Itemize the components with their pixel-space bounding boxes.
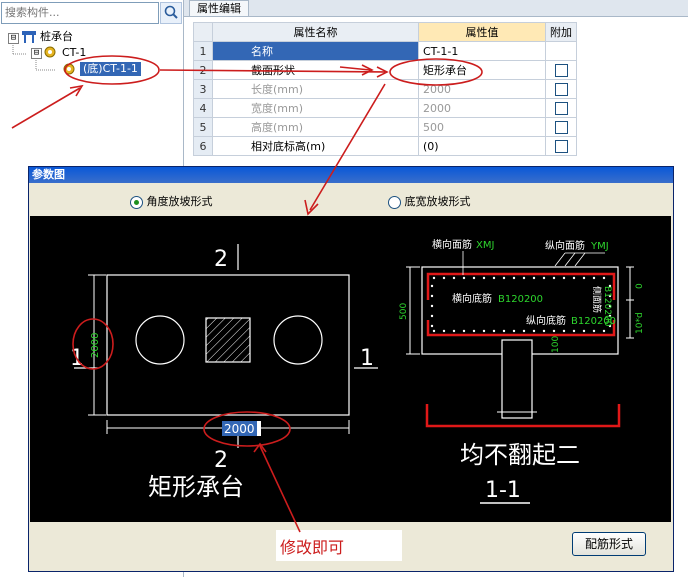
column-hatch	[205, 317, 251, 363]
header-extra: 附加	[545, 22, 577, 42]
extra-cell	[545, 136, 577, 156]
row-number: 5	[193, 117, 213, 137]
dim-100: 100	[551, 336, 561, 353]
extra-cell	[545, 79, 577, 99]
table-header-row: 属性名称 属性值 附加	[193, 22, 577, 42]
label-longitudinal-top: 纵向面筋	[545, 239, 585, 252]
property-value[interactable]: 2000	[418, 98, 546, 118]
radio-width-option[interactable]: 底宽放坡形式	[388, 193, 471, 209]
extra-checkbox[interactable]	[554, 101, 568, 115]
row-number: 1	[193, 41, 213, 61]
dim-zero: 0	[635, 283, 645, 289]
table-row[interactable]: 1 名称 CT-1-1	[193, 41, 577, 61]
search-box	[1, 2, 159, 24]
dialog-title: 参数图	[29, 167, 673, 183]
row-number: 3	[193, 79, 213, 99]
property-value[interactable]: CT-1-1	[418, 41, 546, 61]
radio-button-checked[interactable]	[130, 195, 143, 209]
text-cursor	[257, 421, 261, 436]
dim-height: 500	[399, 303, 409, 320]
header-property-name: 属性名称	[212, 22, 419, 42]
tree-item-root[interactable]: 桩承台	[40, 30, 73, 44]
pile-cap-icon	[22, 31, 36, 43]
label-transverse-bottom: 横向底筋	[452, 292, 492, 305]
section-mark-left: 1	[70, 346, 84, 371]
tab-property-edit[interactable]: 属性编辑	[189, 0, 249, 16]
search-icon	[164, 5, 178, 19]
label-side-rebar: 侧面筋	[591, 286, 603, 313]
section-title: 1-1	[485, 478, 521, 503]
property-name: 相对底标高(m)	[212, 136, 419, 156]
extra-checkbox[interactable]	[554, 120, 568, 134]
extra-cell	[545, 60, 577, 80]
radio-angle-label: 角度放坡形式	[146, 195, 213, 208]
property-value[interactable]: 2000	[418, 79, 546, 99]
label-transverse-top: 横向面筋	[432, 238, 472, 251]
radio-angle-option[interactable]: 角度放坡形式	[130, 193, 213, 209]
parameter-drawing-canvas: 2 2 1 1 2000 2000 矩形承台 500 0 10*d 100 横向…	[30, 216, 671, 522]
dim-10d: 10*d	[635, 312, 645, 334]
extra-cell	[545, 117, 577, 137]
label-transverse-bottom-code: B120200	[498, 294, 543, 305]
dim-value-left: 2000	[90, 333, 101, 358]
component-gear-icon	[63, 63, 75, 75]
section-mark-bottom: 2	[214, 448, 228, 473]
row-number: 6	[193, 136, 213, 156]
slope-mode-options: 角度放坡形式 底宽放坡形式	[30, 184, 671, 216]
tab-bar	[184, 0, 688, 17]
extra-checkbox[interactable]	[554, 139, 568, 153]
rebar-form-button[interactable]: 配筋形式	[572, 532, 646, 556]
property-value[interactable]: 矩形承台	[418, 60, 546, 80]
section-note: 均不翻起二	[460, 441, 580, 469]
pile-section	[501, 339, 533, 419]
search-input[interactable]	[2, 3, 158, 21]
property-name: 长度(mm)	[212, 79, 419, 99]
table-row[interactable]: 5 高度(mm) 500	[193, 117, 577, 137]
label-transverse-top-code: XMJ	[476, 240, 494, 251]
property-name: 截面形状	[212, 60, 419, 80]
tree-item-child[interactable]: CT-1	[62, 46, 86, 60]
property-value[interactable]: (0)	[418, 136, 546, 156]
section-mark-right: 1	[360, 346, 374, 371]
annotation-note: 修改即可	[280, 538, 345, 557]
table-row[interactable]: 4 宽度(mm) 2000	[193, 98, 577, 118]
radio-button[interactable]	[388, 195, 401, 209]
property-name: 宽度(mm)	[212, 98, 419, 118]
property-value[interactable]: 500	[418, 117, 546, 137]
tree-item-selected[interactable]: (底)CT-1-1	[80, 62, 141, 76]
radio-width-label: 底宽放坡形式	[404, 195, 471, 208]
plan-caption: 矩形承台	[148, 473, 244, 501]
extra-cell	[545, 98, 577, 118]
extra-checkbox[interactable]	[554, 82, 568, 96]
label-longitudinal-bottom: 纵向底筋	[526, 314, 566, 327]
pile-circle-right	[273, 315, 323, 365]
parameter-diagram-dialog: 参数图 角度放坡形式 底宽放坡形式 2 2 1 1 2000 2000 矩形承台…	[28, 166, 674, 572]
tree-toggle-root[interactable]: ⊟	[8, 33, 19, 44]
extra-checkbox[interactable]	[554, 63, 568, 77]
property-name: 名称	[212, 41, 419, 61]
pile-circle-left	[135, 315, 185, 365]
table-row[interactable]: 2 截面形状 矩形承台	[193, 60, 577, 80]
property-name: 高度(mm)	[212, 117, 419, 137]
tree-toggle-child[interactable]: ⊟	[31, 48, 42, 59]
search-button[interactable]	[160, 2, 182, 24]
extra-cell	[545, 41, 577, 61]
header-corner	[193, 22, 213, 42]
section-mark-top: 2	[214, 247, 228, 272]
row-number: 4	[193, 98, 213, 118]
row-number: 2	[193, 60, 213, 80]
component-gear-icon	[44, 46, 56, 58]
header-property-value: 属性值	[418, 22, 546, 42]
dim-value-bottom[interactable]: 2000	[224, 422, 255, 436]
label-longitudinal-top-code: YMJ	[590, 241, 609, 252]
table-row[interactable]: 3 长度(mm) 2000	[193, 79, 577, 99]
drawing-svg: 2 2 1 1 2000 2000 矩形承台 500 0 10*d 100 横向…	[70, 238, 645, 504]
label-side-rebar-code: B120200	[602, 286, 612, 327]
table-row[interactable]: 6 相对底标高(m) (0)	[193, 136, 577, 156]
property-table: 属性名称 属性值 附加 1 名称 CT-1-1 2 截面形状 矩形承台 3 长度…	[193, 22, 577, 156]
